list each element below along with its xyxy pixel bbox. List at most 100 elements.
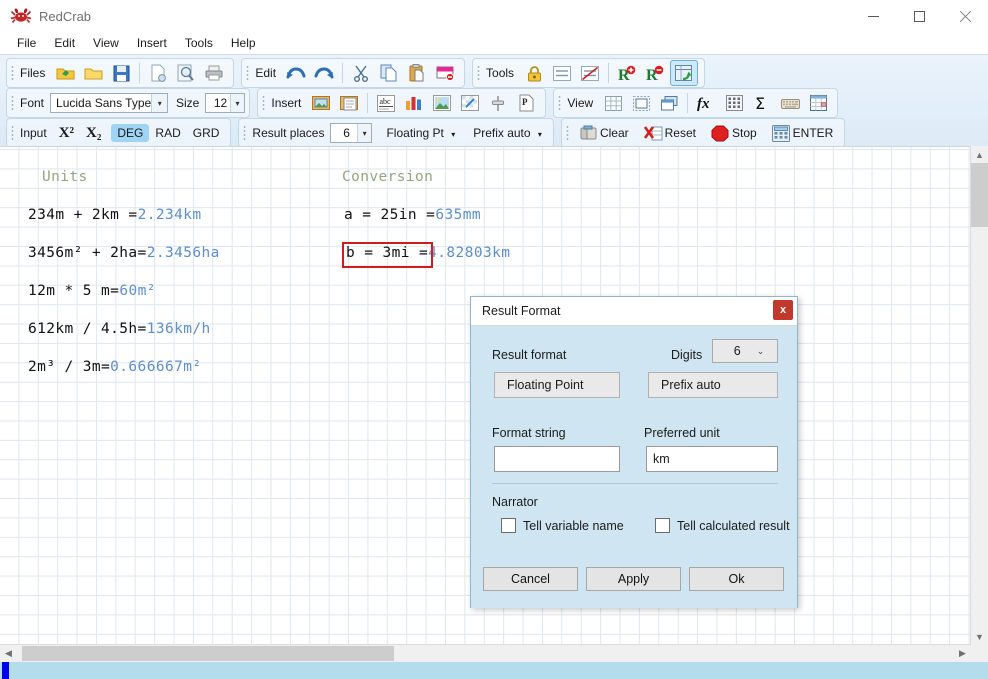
stop-button[interactable]: Stop bbox=[705, 123, 763, 144]
chevron-down-icon[interactable]: ▾ bbox=[151, 94, 167, 112]
font-size-combobox[interactable]: 12 ▾ bbox=[205, 93, 245, 113]
dialog-close-icon[interactable]: x bbox=[773, 300, 793, 320]
subscript-button[interactable]: X₂ bbox=[80, 123, 107, 144]
preferred-unit-input[interactable]: km bbox=[646, 446, 778, 472]
vertical-scroll-thumb[interactable] bbox=[971, 163, 988, 227]
menu-insert[interactable]: Insert bbox=[128, 34, 176, 52]
redo-icon[interactable] bbox=[311, 61, 337, 85]
selected-formula-box[interactable] bbox=[342, 242, 433, 268]
result-format-button[interactable]: Floating Point bbox=[494, 372, 620, 398]
maximize-icon[interactable] bbox=[896, 0, 942, 32]
copy-icon[interactable] bbox=[376, 61, 402, 85]
clear-button[interactable]: Clear bbox=[573, 123, 635, 144]
table-icon[interactable] bbox=[805, 91, 831, 115]
horizontal-scroll-thumb[interactable] bbox=[22, 646, 394, 661]
tell-calculated-result-checkbox[interactable]: Tell calculated result bbox=[655, 518, 790, 533]
prefix-auto-dropdown[interactable]: Prefix auto ▾ bbox=[467, 124, 548, 142]
drag-grip[interactable] bbox=[9, 64, 16, 82]
conversion-row-1[interactable]: a = 25in =635mm bbox=[344, 207, 481, 223]
drag-grip[interactable] bbox=[475, 64, 482, 82]
insert-transparent-icon[interactable] bbox=[457, 91, 483, 115]
checkbox-box[interactable] bbox=[655, 518, 670, 533]
scroll-down-icon[interactable]: ▼ bbox=[971, 628, 988, 645]
enter-button[interactable]: ENTER bbox=[766, 123, 840, 144]
horizontal-scrollbar[interactable]: ◀ ▶ bbox=[0, 644, 971, 662]
scroll-left-icon[interactable]: ◀ bbox=[0, 645, 17, 662]
insert-slider-icon[interactable] bbox=[485, 91, 511, 115]
units-row-2[interactable]: 3456m² + 2ha=2.3456ha bbox=[28, 245, 220, 261]
ok-button[interactable]: Ok bbox=[689, 567, 784, 591]
floating-point-dropdown[interactable]: Floating Pt ▾ bbox=[380, 124, 461, 142]
refresh-sheet-icon[interactable] bbox=[670, 60, 698, 86]
digits-combobox[interactable]: 6 ⌄ bbox=[712, 339, 778, 363]
sum-icon[interactable]: Σ bbox=[749, 91, 775, 115]
add-result-icon[interactable]: R bbox=[614, 61, 640, 85]
menu-help[interactable]: Help bbox=[222, 34, 265, 52]
minimize-icon[interactable] bbox=[850, 0, 896, 32]
chevron-down-icon[interactable]: ⌄ bbox=[757, 346, 765, 357]
scroll-up-icon[interactable]: ▲ bbox=[971, 146, 988, 163]
units-row-5[interactable]: 2m³ / 3m=0.666667m² bbox=[28, 359, 201, 375]
print-icon[interactable] bbox=[201, 61, 227, 85]
scroll-right-icon[interactable]: ▶ bbox=[954, 645, 971, 662]
delete-icon[interactable] bbox=[432, 61, 458, 85]
paste-icon[interactable] bbox=[404, 61, 430, 85]
chevron-down-icon[interactable]: ▾ bbox=[230, 94, 245, 112]
folder-icon[interactable] bbox=[80, 61, 106, 85]
insert-chart-icon[interactable] bbox=[401, 91, 427, 115]
drag-grip[interactable] bbox=[9, 124, 16, 142]
undo-icon[interactable] bbox=[283, 61, 309, 85]
new-document-icon[interactable] bbox=[145, 61, 171, 85]
angle-mode-rad[interactable]: RAD bbox=[149, 124, 186, 142]
format-string-input[interactable] bbox=[494, 446, 620, 472]
insert-text-icon[interactable]: abc bbox=[373, 91, 399, 115]
chevron-down-icon[interactable]: ▾ bbox=[357, 124, 372, 142]
superscript-button[interactable]: X² bbox=[53, 123, 80, 144]
function-icon[interactable]: fx bbox=[693, 91, 719, 115]
result-places-combobox[interactable]: 6 ▾ bbox=[330, 123, 372, 143]
vertical-scrollbar[interactable]: ▲ ▼ bbox=[970, 146, 988, 645]
grid-icon[interactable] bbox=[600, 91, 626, 115]
lines-icon[interactable] bbox=[549, 61, 575, 85]
cut-icon[interactable] bbox=[348, 61, 374, 85]
remove-result-icon[interactable]: R bbox=[642, 61, 668, 85]
save-icon[interactable] bbox=[108, 61, 134, 85]
cancel-button[interactable]: Cancel bbox=[483, 567, 578, 591]
angle-mode-deg[interactable]: DEG bbox=[111, 124, 149, 142]
angle-mode-grd[interactable]: GRD bbox=[187, 124, 226, 142]
drag-grip[interactable] bbox=[564, 124, 571, 142]
matrix-icon[interactable] bbox=[721, 91, 747, 115]
menu-edit[interactable]: Edit bbox=[45, 34, 84, 52]
drag-grip[interactable] bbox=[241, 124, 248, 142]
insert-pdf-icon[interactable]: P bbox=[513, 91, 539, 115]
font-family-combobox[interactable]: Lucida Sans Typewri ▾ bbox=[50, 93, 168, 113]
drag-grip[interactable] bbox=[244, 64, 251, 82]
conversion-heading[interactable]: Conversion bbox=[342, 169, 433, 185]
prefix-mode-button[interactable]: Prefix auto bbox=[648, 372, 778, 398]
menu-file[interactable]: File bbox=[8, 34, 45, 52]
checkbox-box[interactable] bbox=[501, 518, 516, 533]
drag-grip[interactable] bbox=[556, 94, 563, 112]
drag-grip[interactable] bbox=[9, 94, 16, 112]
no-lines-icon[interactable] bbox=[577, 61, 603, 85]
units-row-1[interactable]: 234m + 2km =2.234km bbox=[28, 207, 201, 223]
units-heading[interactable]: Units bbox=[42, 169, 88, 185]
windows-icon[interactable] bbox=[656, 91, 682, 115]
border-icon[interactable] bbox=[628, 91, 654, 115]
menu-tools[interactable]: Tools bbox=[176, 34, 222, 52]
insert-note-icon[interactable] bbox=[336, 91, 362, 115]
units-row-3[interactable]: 12m * 5 m=60m² bbox=[28, 283, 156, 299]
keyboard-icon[interactable] bbox=[777, 91, 803, 115]
open-folder-icon[interactable] bbox=[52, 61, 78, 85]
reset-button[interactable]: Reset bbox=[638, 123, 702, 144]
print-preview-icon[interactable] bbox=[173, 61, 199, 85]
units-row-4[interactable]: 612km / 4.5h=136km/h bbox=[28, 321, 211, 337]
lock-icon[interactable] bbox=[521, 61, 547, 85]
tell-variable-name-checkbox[interactable]: Tell variable name bbox=[501, 518, 624, 533]
insert-picture-icon[interactable] bbox=[429, 91, 455, 115]
insert-image-frame-icon[interactable] bbox=[308, 91, 334, 115]
drag-grip[interactable] bbox=[260, 94, 267, 112]
close-icon[interactable] bbox=[942, 0, 988, 32]
menu-view[interactable]: View bbox=[84, 34, 128, 52]
apply-button[interactable]: Apply bbox=[586, 567, 681, 591]
